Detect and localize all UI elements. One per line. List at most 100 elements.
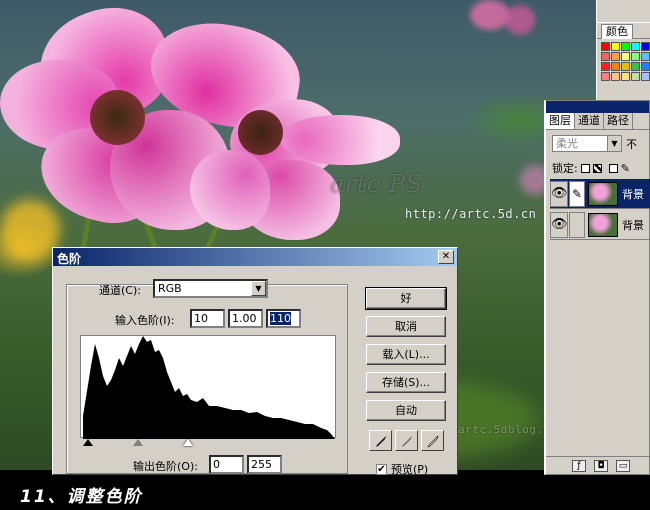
output-white-value: 255 xyxy=(251,458,272,471)
eyedropper-white-icon xyxy=(427,435,439,448)
color-swatch[interactable] xyxy=(601,52,610,61)
tutorial-caption: 11、调整色阶 xyxy=(20,487,143,507)
output-black-value: 0 xyxy=(213,458,220,471)
bokeh-yellow xyxy=(0,200,60,260)
lock-transparency-checkbox[interactable] xyxy=(580,163,590,173)
layer-style-icon[interactable]: ƒ xyxy=(572,459,586,472)
tutorial-caption-bar: 11、调整色阶 xyxy=(0,475,650,510)
preview-checkbox[interactable]: ✔ xyxy=(376,463,387,475)
channel-select[interactable]: RGB ▼ xyxy=(153,279,268,298)
color-swatch[interactable] xyxy=(641,52,650,61)
ok-button[interactable]: 好 xyxy=(365,287,447,310)
blend-mode-value: 柔光 xyxy=(556,137,578,150)
input-gamma-value: 1.00 xyxy=(232,312,257,325)
color-swatch[interactable] xyxy=(621,52,630,61)
color-swatch[interactable] xyxy=(621,42,630,51)
watermark-logo: artc PS xyxy=(330,170,423,198)
dialog-titlebar[interactable]: 色阶 ✕ xyxy=(53,248,457,266)
lock-pixels-checkbox[interactable] xyxy=(608,163,618,173)
output-levels-label: 输出色阶(O): xyxy=(133,460,198,473)
color-swatch[interactable] xyxy=(641,62,650,71)
output-white-field[interactable]: 255 xyxy=(247,455,282,474)
flower-center xyxy=(90,90,145,145)
swatch-grid xyxy=(601,42,650,81)
color-swatch[interactable] xyxy=(641,72,650,81)
eyedropper-gray-icon xyxy=(402,436,412,447)
white-point-handle[interactable] xyxy=(183,439,193,446)
brush-icon: ✎ xyxy=(620,161,630,175)
bokeh-pink-top-2 xyxy=(505,5,535,35)
color-swatch[interactable] xyxy=(631,62,640,71)
layers-panel: 图层 通道 路径 柔光 ▼ 不 锁定: ✎ 👁 ✎ 背景 👁 背景 ƒ ◘ ▭ xyxy=(544,100,650,475)
output-black-field[interactable]: 0 xyxy=(209,455,244,474)
color-swatch[interactable] xyxy=(611,72,620,81)
layer-row-bottom[interactable]: 👁 背景 xyxy=(550,210,650,240)
bokeh-pink-top xyxy=(470,0,510,30)
dialog-title: 色阶 xyxy=(57,252,82,266)
auto-button[interactable]: 自动 xyxy=(366,400,446,421)
tab-channels[interactable]: 通道 xyxy=(575,113,604,129)
input-levels-label: 输入色阶(I): xyxy=(115,314,175,327)
layers-panel-titlebar[interactable] xyxy=(546,101,649,113)
watermark-url: http://artc.5d.cn xyxy=(405,207,537,221)
flower-center xyxy=(238,110,283,155)
chevron-down-icon[interactable]: ▼ xyxy=(251,281,266,296)
input-white-value: 110 xyxy=(270,312,291,325)
layer-thumbnail xyxy=(588,212,618,237)
color-palette-panel: 颜色 xyxy=(596,0,650,100)
input-slider[interactable] xyxy=(80,438,336,446)
tab-paths[interactable]: 路径 xyxy=(604,113,633,129)
channel-label: 通道(C): xyxy=(99,284,141,297)
layers-footer: ƒ ◘ ▭ xyxy=(546,456,649,474)
color-swatch[interactable] xyxy=(641,42,650,51)
blend-mode-select[interactable]: 柔光 ▼ xyxy=(552,135,622,152)
histogram xyxy=(80,335,336,439)
chevron-down-icon[interactable]: ▼ xyxy=(607,136,621,151)
eyedropper-black-icon xyxy=(376,436,386,447)
color-swatch[interactable] xyxy=(621,72,630,81)
layer-name: 背景 xyxy=(622,187,644,201)
input-black-field[interactable]: 10 xyxy=(190,309,225,328)
layer-thumbnail xyxy=(588,181,618,206)
close-icon[interactable]: ✕ xyxy=(438,250,454,264)
color-swatch[interactable] xyxy=(601,72,610,81)
eye-icon[interactable]: 👁 xyxy=(550,211,568,238)
black-point-handle[interactable] xyxy=(83,439,93,446)
color-swatch[interactable] xyxy=(621,62,630,71)
black-eyedropper-button[interactable] xyxy=(369,430,392,451)
color-swatch[interactable] xyxy=(631,72,640,81)
tab-color[interactable]: 颜色 xyxy=(601,24,633,39)
white-eyedropper-button[interactable] xyxy=(421,430,444,451)
color-swatch[interactable] xyxy=(611,52,620,61)
input-white-field[interactable]: 110 xyxy=(266,309,301,328)
color-swatch[interactable] xyxy=(611,42,620,51)
link-slot[interactable] xyxy=(569,211,585,238)
color-swatch[interactable] xyxy=(631,42,640,51)
transparency-icon xyxy=(592,163,602,173)
layer-name: 背景 xyxy=(622,218,644,232)
blend-row: 柔光 ▼ 不 xyxy=(552,135,637,152)
histogram-graph xyxy=(83,336,335,439)
channel-value: RGB xyxy=(158,282,182,295)
mask-icon[interactable]: ◘ xyxy=(594,459,608,472)
eye-icon[interactable]: 👁 xyxy=(550,180,568,207)
layer-row-top[interactable]: 👁 ✎ 背景 xyxy=(550,179,650,209)
load-button[interactable]: 载入(L)... xyxy=(366,344,446,365)
opacity-label: 不 xyxy=(626,137,637,151)
color-swatch[interactable] xyxy=(631,52,640,61)
input-black-value: 10 xyxy=(194,312,208,325)
input-gamma-field[interactable]: 1.00 xyxy=(228,309,263,328)
brush-icon[interactable]: ✎ xyxy=(569,180,585,207)
levels-dialog: 色阶 ✕ 通道(C): RGB ▼ 输入色阶(I): 10 1.00 110 输… xyxy=(52,247,458,476)
gamma-handle[interactable] xyxy=(133,439,143,446)
tab-layers[interactable]: 图层 xyxy=(546,113,575,129)
flower-petal xyxy=(280,115,400,165)
save-button[interactable]: 存储(S)... xyxy=(366,372,446,393)
color-swatch[interactable] xyxy=(601,42,610,51)
gray-eyedropper-button[interactable] xyxy=(395,430,418,451)
histogram-area xyxy=(83,336,335,439)
new-set-icon[interactable]: ▭ xyxy=(616,459,630,472)
color-swatch[interactable] xyxy=(601,62,610,71)
color-swatch[interactable] xyxy=(611,62,620,71)
cancel-button[interactable]: 取消 xyxy=(366,316,446,337)
